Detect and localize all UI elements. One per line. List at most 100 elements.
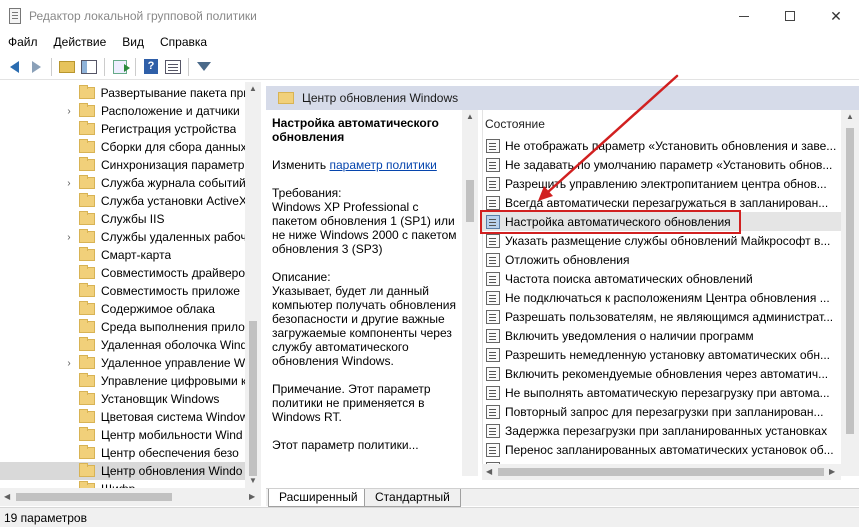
tree-item[interactable]: Управление цифровыми к xyxy=(0,372,245,390)
tab-extended[interactable]: Расширенный xyxy=(268,489,369,507)
policy-setting-row[interactable]: Настройка автоматического обновления xyxy=(483,212,841,231)
policy-setting-label: Задержка перезагрузки при запланированны… xyxy=(505,423,828,438)
tree-item-label: Служба журнала событий xyxy=(100,176,245,190)
properties-icon xyxy=(165,59,181,74)
column-header-state[interactable]: Состояние xyxy=(485,114,545,134)
tree-item[interactable]: › Удаленное управление W xyxy=(0,354,245,372)
policy-setting-row[interactable]: Повторный запрос для перезагрузки при за… xyxy=(483,402,841,421)
menu-file[interactable]: Файл xyxy=(0,32,46,52)
folder-icon xyxy=(78,139,95,153)
forward-button[interactable] xyxy=(25,56,47,78)
tree-item[interactable]: › Служба журнала событий xyxy=(0,174,245,192)
menu-help[interactable]: Справка xyxy=(152,32,215,52)
tree-item-label: Удаленная оболочка Wind xyxy=(100,338,245,352)
settings-vertical-scroll-thumb[interactable] xyxy=(846,128,854,434)
tree-item[interactable]: Удаленная оболочка Wind xyxy=(0,336,245,354)
chevron-right-icon[interactable]: › xyxy=(63,106,75,117)
tree-item[interactable]: Установщик Windows xyxy=(0,390,245,408)
policy-setting-row[interactable]: Не выполнять автоматическую перезагрузку… xyxy=(483,383,841,402)
description-scrollbar[interactable]: ▲ xyxy=(462,110,478,476)
tree-item[interactable]: Синхронизация параметр xyxy=(0,156,245,174)
tree-item[interactable]: Совместимость приложе xyxy=(0,282,245,300)
show-hide-tree-icon xyxy=(81,59,97,74)
policy-setting-row[interactable]: Частота поиска автоматических обновлений xyxy=(483,269,841,288)
tree-vertical-scroll-thumb[interactable] xyxy=(249,321,257,476)
tree-item[interactable]: › Службы удаленных рабоч xyxy=(0,228,245,246)
chevron-right-icon[interactable]: › xyxy=(63,232,75,243)
description-scroll-thumb[interactable] xyxy=(466,180,474,222)
tree-horizontal-scroll-thumb[interactable] xyxy=(16,493,172,501)
policy-setting-row[interactable]: Указать размещение службы обновлений Май… xyxy=(483,231,841,250)
edit-policy-link[interactable]: параметр политики xyxy=(329,158,436,172)
tree-item[interactable]: Центр обеспечения безо xyxy=(0,444,245,462)
policy-setting-label: Перенос запланированных автоматических у… xyxy=(505,442,834,457)
policy-setting-icon xyxy=(486,404,500,419)
tree-item-label: Центр обновления Windo xyxy=(101,464,243,478)
chevron-right-icon[interactable]: › xyxy=(63,178,75,189)
help-button[interactable]: ? xyxy=(140,56,162,78)
tree-item[interactable]: Среда выполнения прило xyxy=(0,318,245,336)
back-button[interactable] xyxy=(3,56,25,78)
tree-item[interactable]: Сборки для сбора данных xyxy=(0,138,245,156)
tree-item[interactable]: Службы IIS xyxy=(0,210,245,228)
settings-vertical-scrollbar[interactable]: ▲ xyxy=(841,110,859,476)
filter-button[interactable] xyxy=(193,56,215,78)
tree-item[interactable]: Содержимое облака xyxy=(0,300,245,318)
policy-setting-row[interactable]: Не подключаться к расположениям Центра о… xyxy=(483,288,841,307)
settings-horizontal-scrollbar[interactable]: ◀ ▶ xyxy=(482,464,841,480)
maximize-button[interactable] xyxy=(767,0,813,32)
policy-setting-row[interactable]: Не отображать параметр «Установить обнов… xyxy=(483,136,841,155)
tree-item[interactable]: Шифр... xyxy=(0,480,245,488)
tree-vertical-scrollbar[interactable]: ▲ ▼ xyxy=(245,82,261,488)
tree-item[interactable]: › Расположение и датчики xyxy=(0,102,245,120)
policy-setting-row[interactable]: Задержка перезагрузки при запланированны… xyxy=(483,421,841,440)
settings-horizontal-scroll-thumb[interactable] xyxy=(498,468,824,476)
tree-item-label: Расположение и датчики xyxy=(101,104,240,118)
tree-item[interactable]: Совместимость драйверо xyxy=(0,264,245,282)
minimize-icon xyxy=(739,15,749,17)
folder-icon xyxy=(79,211,95,225)
policy-setting-row[interactable]: Разрешить немедленную установку автомати… xyxy=(483,345,841,364)
cut-text: Этот параметр политики... xyxy=(272,438,419,452)
tree-item[interactable]: Центр обновления Windo xyxy=(0,462,245,480)
status-bar: 19 параметров xyxy=(0,507,859,527)
close-button[interactable]: ✕ xyxy=(813,0,859,32)
tree-item[interactable]: Центр мобильности Wind xyxy=(0,426,245,444)
policy-setting-label: Разрешать пользователям, не являющимся а… xyxy=(505,309,834,324)
chevron-right-icon[interactable]: › xyxy=(63,358,75,369)
policy-setting-row[interactable]: Включить уведомления о наличии программ xyxy=(483,326,841,345)
tree-item[interactable]: Служба установки ActiveX xyxy=(0,192,245,210)
export-list-button[interactable] xyxy=(109,56,131,78)
folder-icon xyxy=(78,229,95,243)
folder-icon xyxy=(79,319,95,333)
tree-item[interactable]: Смарт-карта xyxy=(0,246,245,264)
policy-setting-row[interactable]: Не задавать по умолчанию параметр «Устан… xyxy=(483,155,841,174)
folder-icon xyxy=(79,121,95,135)
details-pane: Центр обновления Windows Настройка автом… xyxy=(266,82,859,506)
policy-setting-row[interactable]: Включить рекомендуемые обновления через … xyxy=(483,364,841,383)
tree-horizontal-scrollbar[interactable]: ◀ ▶ xyxy=(0,488,261,506)
tree-item[interactable]: Регистрация устройства xyxy=(0,120,245,138)
policy-setting-row[interactable]: Отложить обновления xyxy=(483,250,841,269)
scroll-up-icon: ▲ xyxy=(846,112,854,121)
policy-setting-row[interactable]: Разрешить управлению электропитанием цен… xyxy=(483,174,841,193)
policy-setting-label: Разрешить немедленную установку автомати… xyxy=(505,347,830,362)
tree-item[interactable]: Цветовая система Window xyxy=(0,408,245,426)
toolbar-separator xyxy=(104,57,105,76)
menu-action[interactable]: Действие xyxy=(46,32,115,52)
tree-item[interactable]: Развертывание пакета при xyxy=(0,84,245,102)
up-level-button[interactable] xyxy=(56,56,78,78)
policy-setting-row[interactable]: Всегда автоматически перезагружаться в з… xyxy=(483,193,841,212)
minimize-button[interactable] xyxy=(721,0,767,32)
policy-setting-row[interactable]: Разрешать пользователям, не являющимся а… xyxy=(483,307,841,326)
policy-setting-icon xyxy=(486,309,500,324)
tree-item-label: Службы удаленных рабоч xyxy=(100,230,245,244)
tree-item-label: Совместимость приложе xyxy=(101,284,240,298)
properties-button[interactable] xyxy=(162,56,184,78)
menu-view[interactable]: Вид xyxy=(114,32,152,52)
policy-setting-row[interactable]: Перенос запланированных автоматических у… xyxy=(483,440,841,459)
tab-standard[interactable]: Стандартный xyxy=(364,489,461,507)
policy-setting-label: Указать размещение службы обновлений Май… xyxy=(505,233,831,248)
folder-icon xyxy=(79,265,95,279)
show-hide-tree-button[interactable] xyxy=(78,56,100,78)
